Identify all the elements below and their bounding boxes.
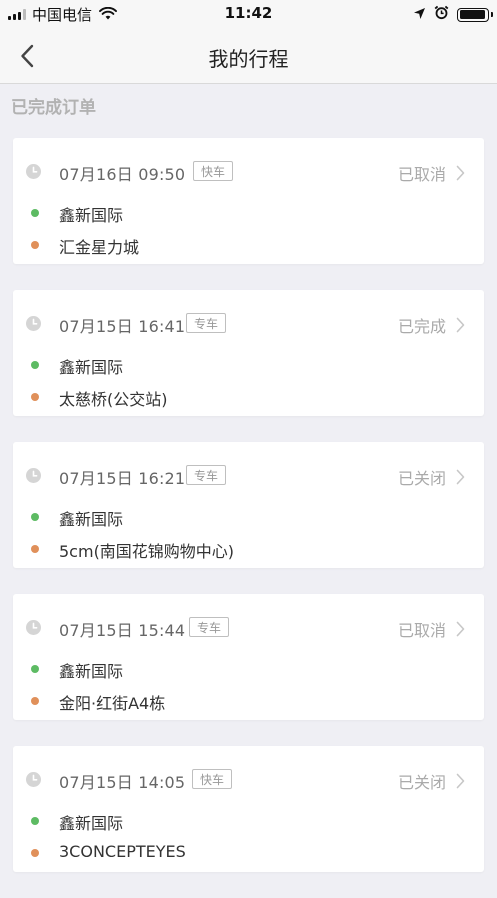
start-place-row: 鑫新国际 [13, 200, 484, 225]
page-title: 我的行程 [208, 47, 289, 71]
start-dot-icon [31, 209, 39, 217]
car-type-badge: 专车 [186, 313, 227, 333]
start-place-row: 鑫新国际 [13, 352, 484, 377]
car-type-badge: 快车 [192, 769, 233, 789]
trip-header: 07月16日 09:50 快车 已取消 [13, 158, 484, 186]
status-bar: 中国电信 11:42 [0, 0, 497, 28]
clock-icon [26, 164, 41, 183]
trip-status: 已完成 [397, 317, 446, 336]
end-place-row: 5cm(南国花锦购物中心) [13, 536, 484, 561]
start-place: 鑫新国际 [59, 662, 124, 681]
trip-header: 07月15日 16:21 专车 已关闭 [13, 462, 484, 490]
end-place: 5cm(南国花锦购物中心) [59, 542, 235, 561]
trip-status: 已取消 [397, 165, 446, 184]
trip-time: 07月15日 14:05 [59, 773, 186, 792]
start-place: 鑫新国际 [59, 814, 124, 833]
trip-header: 07月15日 16:41 专车 已完成 [13, 310, 484, 338]
car-type-badge: 专车 [189, 617, 230, 637]
end-place-row: 金阳·红街A4栋 [13, 688, 484, 713]
chevron-right-icon [456, 621, 465, 641]
trip-time: 07月15日 15:44 [59, 621, 186, 640]
clock-icon [26, 316, 41, 335]
clock-icon [26, 772, 41, 791]
trip-header: 07月15日 15:44 专车 已取消 [13, 614, 484, 642]
trip-status: 已关闭 [397, 469, 446, 488]
car-type-badge: 专车 [186, 465, 227, 485]
trip-card[interactable]: 07月15日 16:21 专车 已关闭 鑫新国际 5cm(南国花锦购物中心) [13, 442, 484, 568]
start-place: 鑫新国际 [59, 206, 124, 225]
start-dot-icon [31, 513, 39, 521]
end-place-row: 3CONCEPTEYES [13, 840, 484, 864]
location-arrow-icon [413, 5, 426, 24]
nav-bar: 我的行程 [0, 28, 497, 84]
start-place-row: 鑫新国际 [13, 504, 484, 529]
section-title: 已完成订单 [11, 98, 96, 118]
chevron-right-icon [456, 317, 465, 337]
start-place: 鑫新国际 [59, 358, 124, 377]
trip-card[interactable]: 07月15日 15:44 专车 已取消 鑫新国际 金阳·红街A4栋 [13, 594, 484, 720]
chevron-right-icon [456, 773, 465, 793]
end-place: 太慈桥(公交站) [59, 390, 168, 409]
end-place-row: 汇金星力城 [13, 232, 484, 257]
end-dot-icon [31, 393, 39, 401]
battery-fill [459, 10, 485, 19]
alarm-icon [434, 5, 449, 24]
start-place-row: 鑫新国际 [13, 656, 484, 681]
end-place-row: 太慈桥(公交站) [13, 384, 484, 409]
end-place: 金阳·红街A4栋 [59, 694, 166, 713]
end-place: 3CONCEPTEYES [59, 842, 186, 861]
end-dot-icon [31, 241, 39, 249]
trip-time: 07月15日 16:41 [59, 317, 186, 336]
trip-card[interactable]: 07月15日 16:41 专车 已完成 鑫新国际 太慈桥(公交站) [13, 290, 484, 416]
trip-list: 07月16日 09:50 快车 已取消 鑫新国际 汇金星力城 07月15日 16… [13, 138, 484, 898]
chevron-right-icon [456, 469, 465, 489]
trip-time: 07月15日 16:21 [59, 469, 186, 488]
end-place: 汇金星力城 [59, 238, 140, 257]
trip-status: 已关闭 [397, 773, 446, 792]
start-place-row: 鑫新国际 [13, 808, 484, 833]
end-dot-icon [31, 849, 39, 857]
battery-icon [457, 7, 493, 22]
status-right [413, 5, 493, 24]
trip-card[interactable]: 07月16日 09:50 快车 已取消 鑫新国际 汇金星力城 [13, 138, 484, 264]
trip-status: 已取消 [397, 621, 446, 640]
start-dot-icon [31, 817, 39, 825]
trip-header: 07月15日 14:05 快车 已关闭 [13, 766, 484, 794]
clock-icon [26, 620, 41, 639]
car-type-badge: 快车 [193, 161, 234, 181]
trip-card[interactable]: 07月15日 14:05 快车 已关闭 鑫新国际 3CONCEPTEYES [13, 746, 484, 872]
trip-time: 07月16日 09:50 [59, 165, 186, 184]
start-place: 鑫新国际 [59, 510, 124, 529]
clock-icon [26, 468, 41, 487]
start-dot-icon [31, 361, 39, 369]
chevron-right-icon [456, 165, 465, 185]
start-dot-icon [31, 665, 39, 673]
end-dot-icon [31, 697, 39, 705]
end-dot-icon [31, 545, 39, 553]
